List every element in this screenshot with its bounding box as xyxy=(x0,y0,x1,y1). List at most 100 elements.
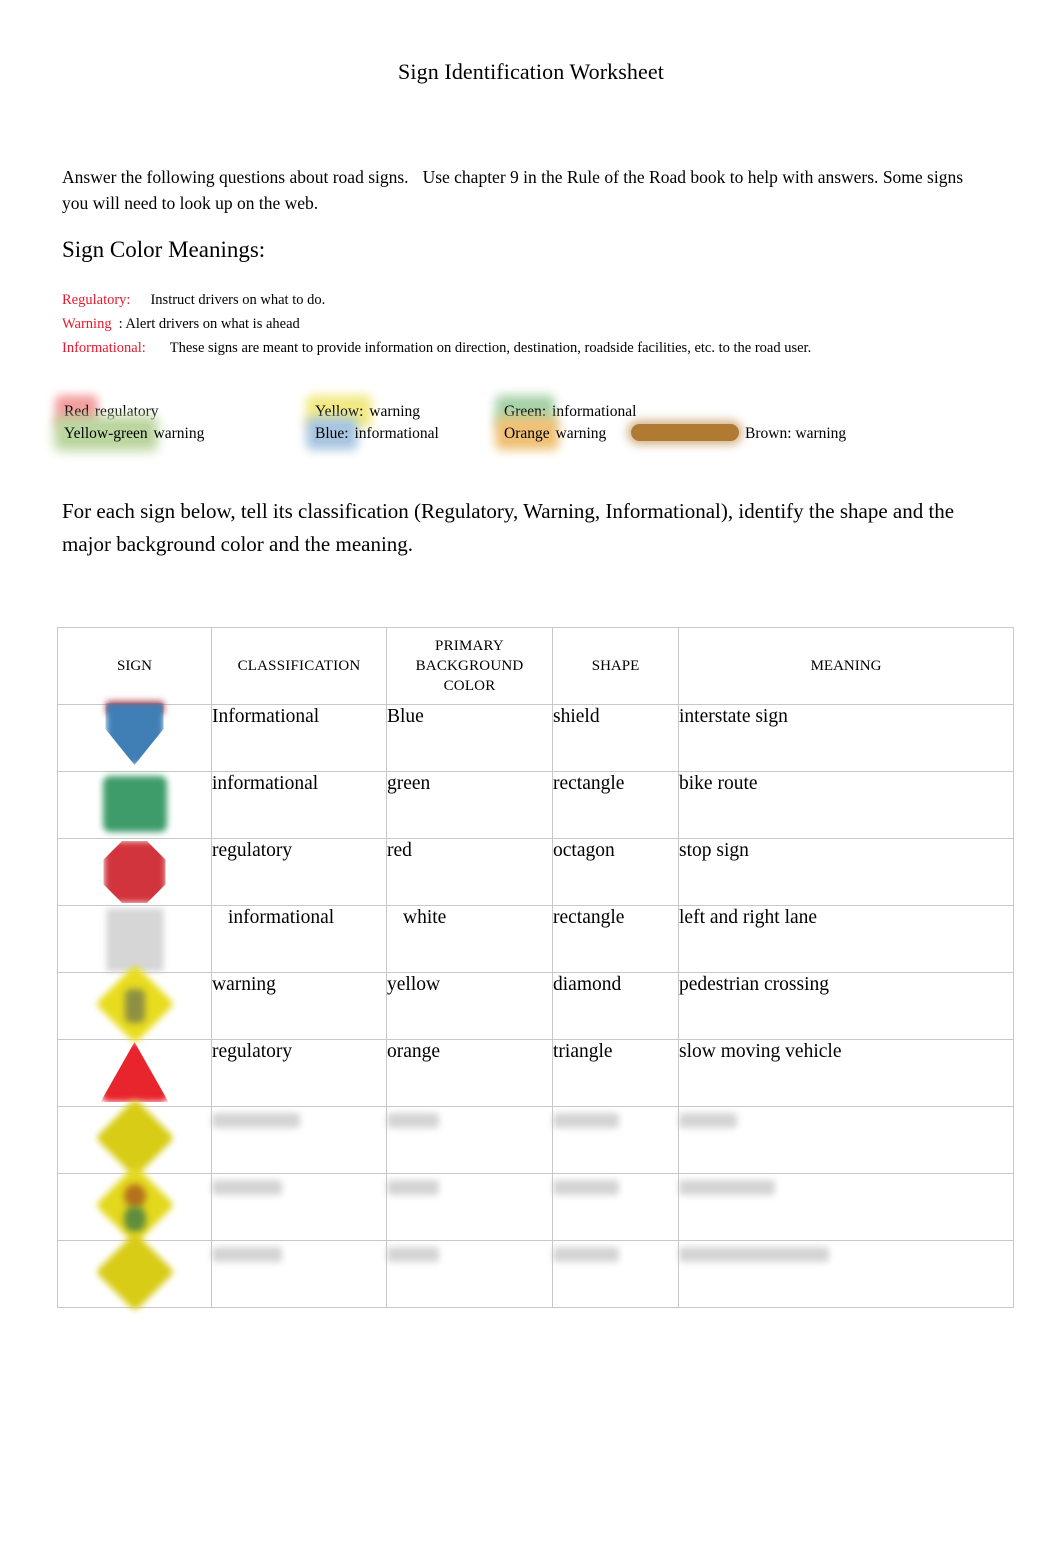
meaning-answer[interactable] xyxy=(678,1173,1014,1241)
definition-text-informational: These signs are meant to provide informa… xyxy=(169,340,812,357)
meaning-answer[interactable]: slow moving vehicle xyxy=(678,1039,1014,1107)
redacted-text xyxy=(387,1247,439,1262)
shape-answer[interactable]: diamond xyxy=(552,972,679,1040)
definition-regulatory: Regulatory: Instruct drivers on what to d… xyxy=(62,288,942,312)
legend-meaning-red: regulatory xyxy=(94,403,159,420)
column-header-bg-line2: BACKGROUND xyxy=(415,658,524,674)
shape-answer[interactable]: rectangle xyxy=(552,771,679,839)
redacted-text xyxy=(679,1180,775,1195)
yellow-diamond-sign xyxy=(94,1232,175,1312)
sign-image-cell xyxy=(57,905,212,973)
legend-label-brown: Brown: xyxy=(745,425,792,442)
shape-answer[interactable]: shield xyxy=(552,704,679,772)
background-color-answer[interactable] xyxy=(386,1106,553,1174)
column-header-sign: SIGN xyxy=(57,627,212,705)
legend-column-1: Red regulatory Yellow-green warning xyxy=(62,401,204,445)
legend-item-yellow: Yellow: warning xyxy=(313,401,439,423)
classification-answer[interactable] xyxy=(211,1106,387,1174)
legend-column-4: Brown: warning xyxy=(631,423,846,445)
definition-term-regulatory: Regulatory: xyxy=(62,292,131,308)
redacted-text xyxy=(212,1113,300,1128)
table-row: Informational Blue shield interstate sig… xyxy=(57,701,1014,772)
redacted-text xyxy=(212,1180,282,1195)
legend-item-yellow-green: Yellow-green warning xyxy=(62,423,204,445)
sign-inner-glyph-upper xyxy=(123,1184,146,1208)
pedestrian-crossing-sign-icon xyxy=(58,964,211,1044)
sign-image-cell xyxy=(57,838,212,906)
background-color-answer[interactable]: green xyxy=(386,771,553,839)
background-color-answer[interactable]: orange xyxy=(386,1039,553,1107)
classification-answer[interactable]: regulatory xyxy=(211,1039,387,1107)
shape-answer[interactable] xyxy=(552,1240,679,1308)
definition-list: Regulatory: Instruct drivers on what to d… xyxy=(62,288,942,361)
legend-item-red: Red regulatory xyxy=(62,401,204,423)
classification-answer[interactable]: regulatory xyxy=(211,838,387,906)
legend-column-2: Yellow: warning Blue: informational xyxy=(313,401,439,445)
redacted-text xyxy=(553,1180,619,1195)
color-legend: Red regulatory Yellow-green warning Yell… xyxy=(62,401,962,453)
legend-meaning-blue: informational xyxy=(354,425,439,442)
meaning-answer[interactable]: pedestrian crossing xyxy=(678,972,1014,1040)
brown-color-swatch xyxy=(631,424,739,441)
column-header-background-color: PRIMARY BACKGROUND COLOR xyxy=(386,627,553,705)
background-color-answer[interactable] xyxy=(386,1173,553,1241)
shape-answer[interactable] xyxy=(552,1106,679,1174)
column-header-bg-line1: PRIMARY xyxy=(435,638,504,654)
background-color-answer[interactable]: yellow xyxy=(386,972,553,1040)
task-instructions: For each sign below, tell its classifica… xyxy=(62,499,955,556)
page-title: Sign Identification Worksheet xyxy=(398,59,664,84)
classification-answer[interactable] xyxy=(211,1240,387,1308)
sign-image-cell xyxy=(57,964,212,1044)
redacted-text xyxy=(212,1247,282,1262)
sign-image-cell xyxy=(57,1039,212,1107)
background-color-answer[interactable]: Blue xyxy=(386,704,553,772)
legend-swatch-green: Green: xyxy=(502,402,549,421)
background-color-answer[interactable]: white xyxy=(386,905,553,973)
table-row xyxy=(57,1232,1014,1312)
classification-answer[interactable]: informational xyxy=(211,905,387,973)
shape-answer[interactable]: rectangle xyxy=(552,905,679,973)
shape-answer[interactable]: octagon xyxy=(552,838,679,906)
background-color-answer[interactable] xyxy=(386,1240,553,1308)
legend-swatch-orange: Orange xyxy=(502,424,552,443)
legend-meaning-yellow-green: warning xyxy=(153,425,205,442)
background-color-answer[interactable]: red xyxy=(386,838,553,906)
meaning-answer[interactable]: stop sign xyxy=(678,838,1014,906)
bike-route-sign-icon xyxy=(58,772,211,838)
meaning-answer[interactable] xyxy=(678,1240,1014,1308)
definition-text-warning: : Alert drivers on what is ahead xyxy=(118,316,300,333)
redacted-text xyxy=(679,1113,737,1128)
table-row: informational green rectangle bike route xyxy=(57,771,1014,839)
definition-informational: Informational: These signs are meant to p… xyxy=(62,336,942,360)
yellow-diamond-sign xyxy=(94,1098,175,1178)
redacted-text xyxy=(387,1113,439,1128)
green-rectangle-sign xyxy=(102,776,167,832)
shape-answer[interactable]: triangle xyxy=(552,1039,679,1107)
meaning-answer[interactable] xyxy=(678,1106,1014,1174)
redacted-text xyxy=(679,1247,829,1262)
interstate-shield-sign-icon xyxy=(58,701,211,771)
worksheet-page: Sign Identification Worksheet Answer the… xyxy=(0,0,1062,1561)
classification-answer[interactable]: informational xyxy=(211,771,387,839)
classification-answer[interactable]: warning xyxy=(211,972,387,1040)
meaning-answer[interactable]: bike route xyxy=(678,771,1014,839)
legend-item-brown: Brown: warning xyxy=(631,423,846,445)
column-header-bg-line3: COLOR xyxy=(443,678,496,694)
definition-text-regulatory: Instruct drivers on what to do. xyxy=(150,292,326,308)
yellow-diamond-sign-icon xyxy=(58,1098,211,1178)
classification-answer[interactable]: Informational xyxy=(211,704,387,772)
legend-item-green: Green: informational xyxy=(502,401,636,423)
sign-identification-table: SIGN CLASSIFICATION PRIMARY BACKGROUND C… xyxy=(57,627,1014,1312)
table-row xyxy=(57,1165,1014,1245)
red-triangle-sign xyxy=(100,1042,169,1102)
definition-warning: Warning: Alert drivers on what is ahead xyxy=(62,312,942,336)
table-row: regulatory red octagon stop sign xyxy=(57,838,1014,906)
classification-answer[interactable] xyxy=(211,1173,387,1241)
legend-swatch-blue: Blue: xyxy=(313,424,351,443)
meaning-answer[interactable]: left and right lane xyxy=(678,905,1014,973)
legend-meaning-green: informational xyxy=(552,403,637,420)
sign-image-cell xyxy=(57,1098,212,1178)
intro-paragraph: Answer the following questions about roa… xyxy=(62,164,967,216)
shape-answer[interactable] xyxy=(552,1173,679,1241)
meaning-answer[interactable]: interstate sign xyxy=(678,704,1014,772)
